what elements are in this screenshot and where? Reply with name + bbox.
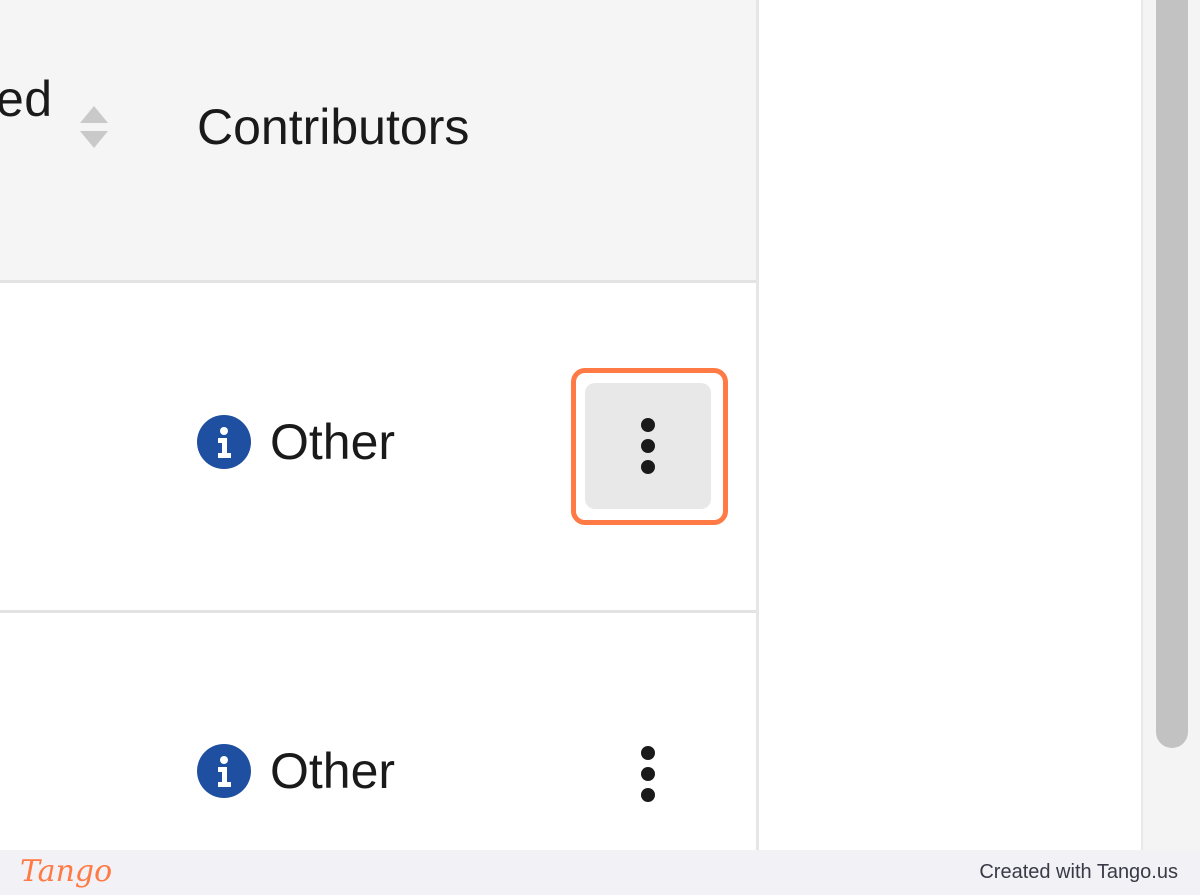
column-header-partial[interactable]: ed — [0, 70, 53, 128]
footer-credit: Created with Tango.us — [979, 861, 1178, 883]
info-icon[interactable] — [196, 743, 252, 799]
tango-logo: Tango — [20, 854, 113, 889]
kebab-vertical-icon — [638, 743, 658, 805]
table-row: Other — [0, 283, 756, 613]
contributor-label: Other — [270, 743, 396, 799]
info-icon[interactable] — [196, 414, 252, 470]
row-actions-button[interactable] — [585, 383, 711, 509]
contributor-label: Other — [270, 414, 396, 470]
table-row: Other — [0, 613, 756, 850]
footer-bar: Tango Created with Tango.us — [0, 850, 1200, 895]
scrollbar-thumb[interactable] — [1156, 0, 1188, 748]
contributor-cell: Other — [196, 742, 395, 800]
right-pane — [759, 0, 1141, 850]
contributor-cell: Other — [196, 413, 395, 471]
column-header-contributors[interactable]: Contributors — [197, 98, 469, 156]
contributors-table: ed Contributors Other Other — [0, 0, 756, 850]
kebab-vertical-icon — [638, 415, 658, 477]
row-actions-button[interactable] — [585, 711, 711, 837]
table-header-row: ed Contributors — [0, 0, 756, 283]
sort-icon[interactable] — [78, 104, 110, 150]
